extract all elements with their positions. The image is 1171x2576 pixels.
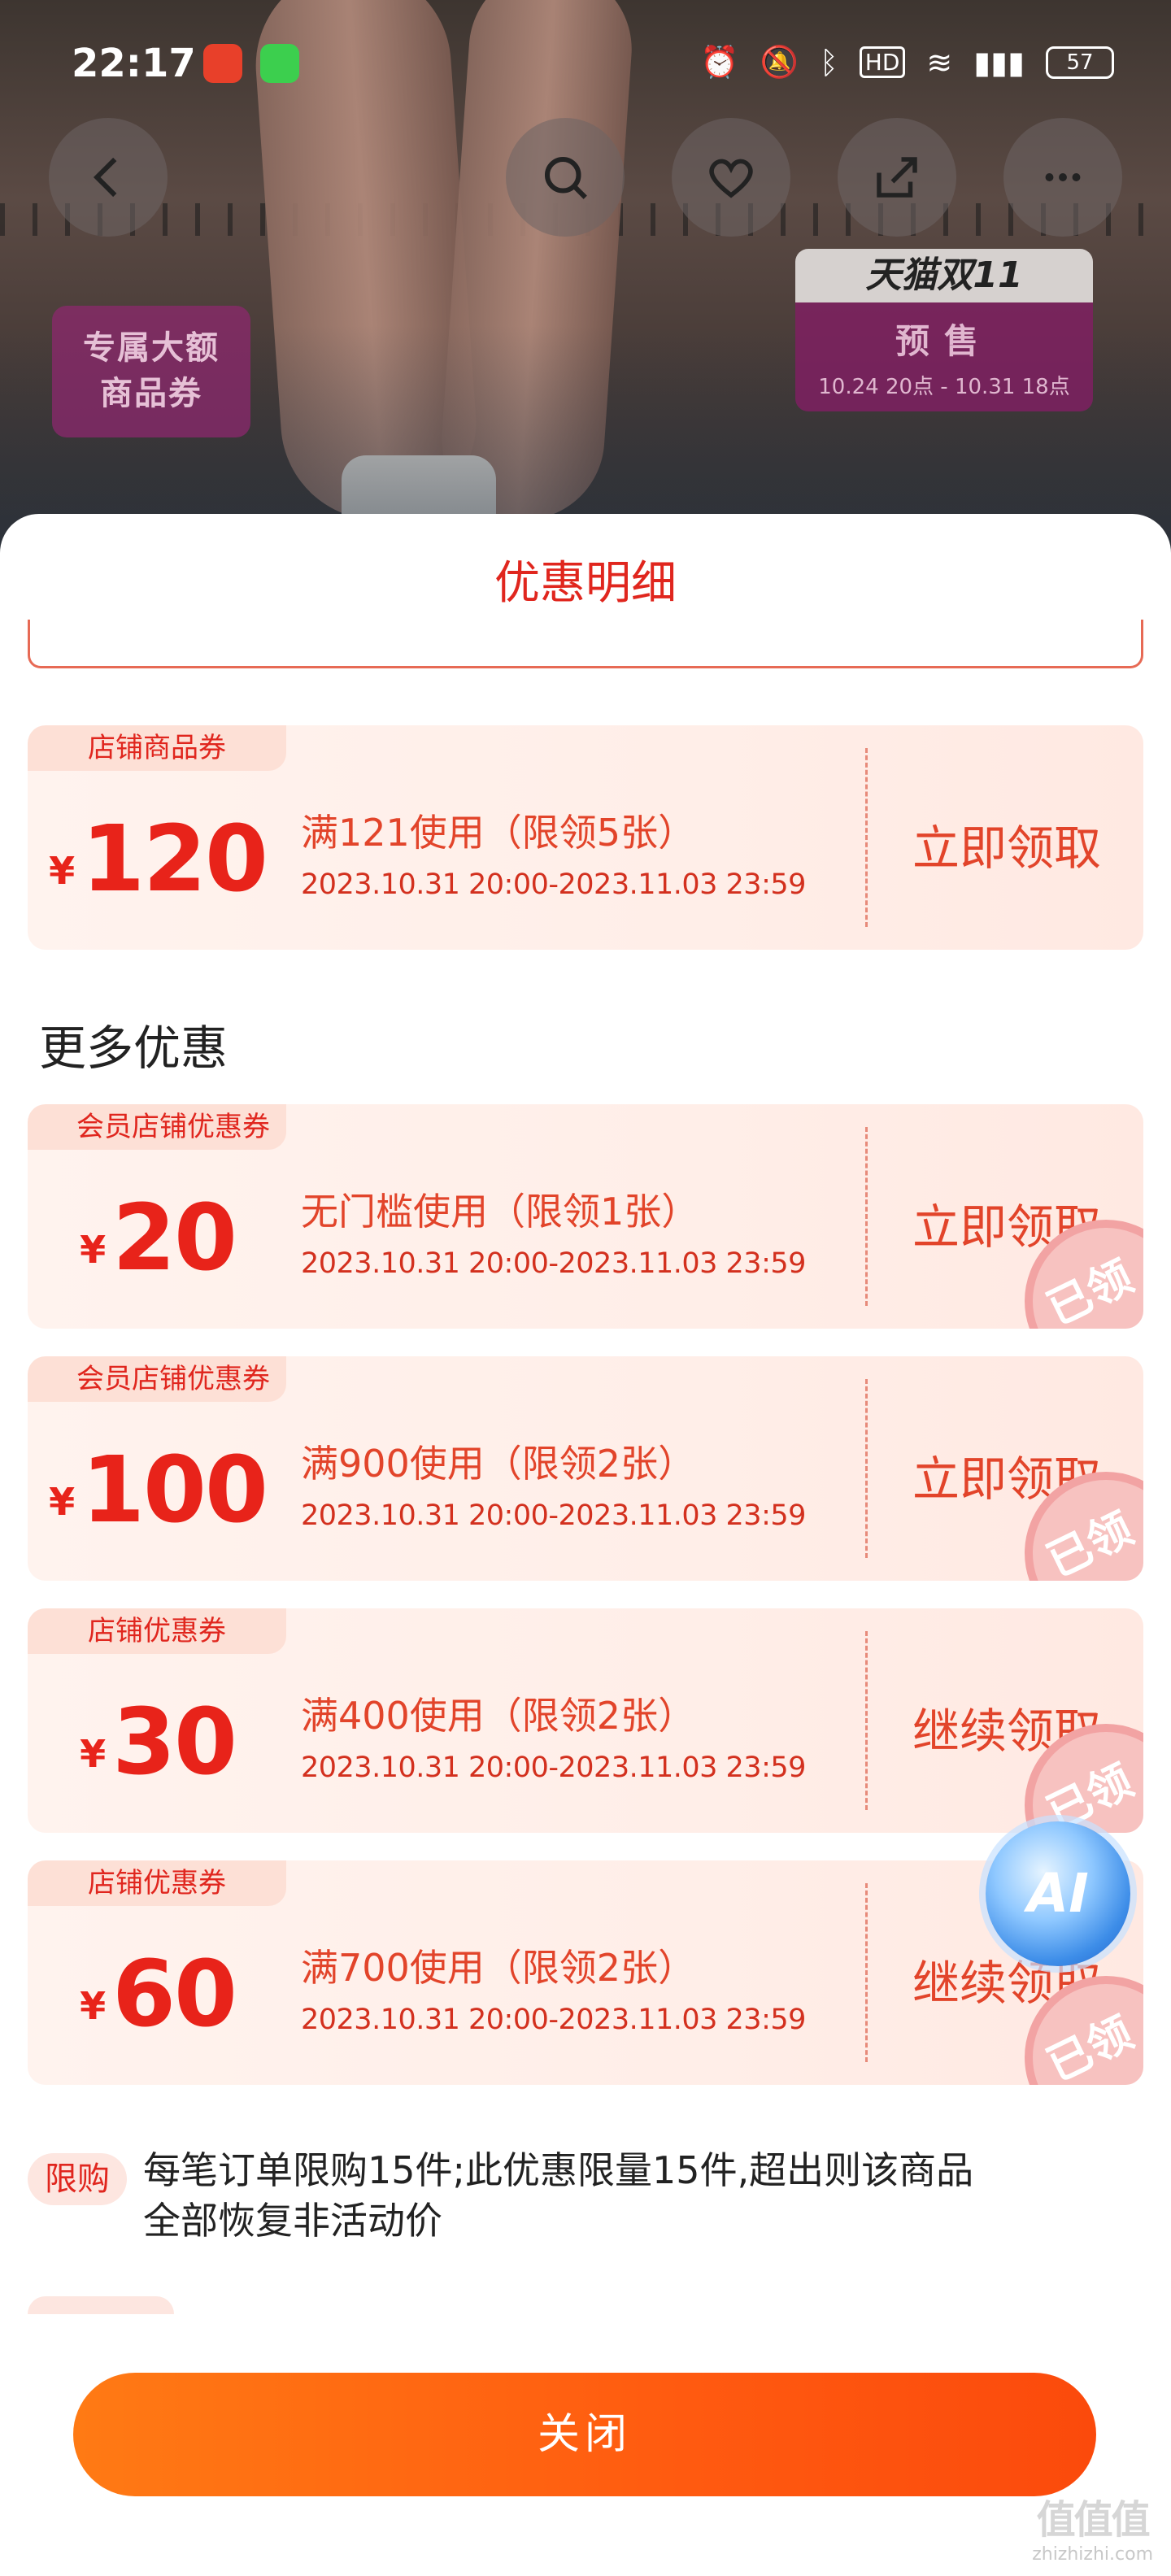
- site-watermark: 值值值 zhizhizhi.com: [1032, 2487, 1153, 2565]
- tmall-dates: 10.24 20点 - 10.31 18点: [818, 375, 1070, 399]
- ai-assistant-button[interactable]: AI: [986, 1821, 1130, 1966]
- coupon-amount: 120: [81, 807, 268, 912]
- coupon-condition: 满700使用（限领2张）: [301, 1946, 696, 1990]
- tmall-presale-banner: 天猫双11 预售 10.24 20点 - 10.31 18点: [795, 249, 1093, 411]
- bluetooth-icon: ᛒ: [819, 44, 838, 80]
- more-icon: [1045, 173, 1081, 181]
- coupon-card: 店铺商品券 ¥120 满121使用（限领5张） 2023.10.31 20:00…: [28, 725, 1143, 950]
- coupon-date: 2023.10.31 20:00-2023.11.03 23:59: [301, 2004, 806, 2036]
- coupon-date: 2023.10.31 20:00-2023.11.03 23:59: [301, 1247, 806, 1280]
- coupon-price: ¥120: [28, 807, 288, 912]
- limit-label: 限购: [28, 2153, 127, 2205]
- tmall-title: 天猫双11: [795, 249, 1093, 302]
- coupon-divider: [865, 1631, 868, 1810]
- coupon-price: ¥60: [28, 1942, 288, 2047]
- favorite-button[interactable]: [672, 118, 790, 237]
- back-icon: [93, 157, 117, 198]
- coupon-condition: 满400使用（限领2张）: [301, 1694, 696, 1738]
- coupon-card: 店铺优惠券 ¥30 满400使用（限领2张） 2023.10.31 20:00-…: [28, 1608, 1143, 1833]
- hd-icon: HD: [859, 46, 906, 78]
- currency-symbol: ¥: [49, 1480, 76, 1524]
- coupon-amount: 20: [112, 1186, 237, 1291]
- status-time: 22:17: [72, 41, 196, 86]
- currency-symbol: ¥: [80, 1984, 107, 2028]
- coupon-tag: 会员店铺优惠券: [28, 1104, 286, 1150]
- watermark-url: zhizhizhi.com: [1032, 2544, 1153, 2565]
- claimed-stamp-text: 已领: [1038, 1755, 1141, 1833]
- claim-button[interactable]: 立即领取: [885, 810, 1129, 878]
- coupon-card: 店铺优惠券 ¥60 满700使用（限领2张） 2023.10.31 20:00-…: [28, 1860, 1143, 2085]
- exclusive-coupon-badge: 专属大额 商品券: [52, 306, 250, 437]
- coupon-amount: 60: [112, 1942, 237, 2047]
- currency-symbol: ¥: [49, 849, 76, 893]
- coupon-tag: 店铺商品券: [28, 725, 286, 771]
- coupon-price: ¥100: [28, 1438, 288, 1543]
- currency-symbol: ¥: [80, 1732, 107, 1776]
- coupon-date: 2023.10.31 20:00-2023.11.03 23:59: [301, 1499, 806, 1532]
- message-app-icon: [260, 44, 299, 83]
- coupon-tag: 店铺优惠券: [28, 1608, 286, 1654]
- coupon-divider: [865, 1379, 868, 1558]
- coupon-card: 会员店铺优惠券 ¥100 满900使用（限领2张） 2023.10.31 20:…: [28, 1356, 1143, 1581]
- coupon-condition: 满121使用（限领5张）: [301, 811, 696, 855]
- heart-icon: [709, 159, 753, 198]
- share-button[interactable]: [838, 118, 956, 237]
- discount-detail-sheet: 优惠明细 店铺商品券 ¥120 满121使用（限领5张） 2023.10.31 …: [0, 514, 1171, 2576]
- coupon-divider: [865, 748, 868, 927]
- close-button[interactable]: 关闭: [73, 2373, 1096, 2496]
- search-icon: [544, 156, 587, 199]
- coupon-price: ¥30: [28, 1690, 288, 1795]
- share-icon: [877, 157, 917, 198]
- currency-symbol: ¥: [80, 1228, 107, 1272]
- coupon-date: 2023.10.31 20:00-2023.11.03 23:59: [301, 1751, 806, 1784]
- sheet-title: 优惠明细: [494, 557, 677, 610]
- previous-card-edge: [28, 620, 1143, 668]
- wifi-icon: ≋: [926, 44, 953, 80]
- coupon-price: ¥20: [28, 1186, 288, 1291]
- more-button[interactable]: [1003, 118, 1122, 237]
- status-icons: ⏰ 🔕 ᛒ HD ≋ ▮▮▮ 57: [700, 44, 1114, 80]
- coupon-tag: 会员店铺优惠券: [28, 1356, 286, 1402]
- claimed-stamp-text: 已领: [1038, 2007, 1141, 2085]
- coupon-tag: 店铺优惠券: [28, 1860, 286, 1906]
- coupon-condition: 满900使用（限领2张）: [301, 1442, 696, 1486]
- signal-5g-icon: ▮▮▮: [973, 44, 1025, 80]
- claimed-stamp-text: 已领: [1038, 1251, 1141, 1329]
- tmall-presale: 预售: [895, 321, 993, 361]
- coupon-divider: [865, 1883, 868, 2062]
- mute-icon: 🔕: [760, 44, 799, 80]
- coupon-amount: 100: [81, 1438, 268, 1543]
- badge-line1: 专属大额: [83, 329, 220, 367]
- notification-app-icon: [203, 44, 242, 83]
- coupon-amount: 30: [112, 1690, 237, 1795]
- coupon-divider: [865, 1127, 868, 1306]
- back-button[interactable]: [49, 118, 168, 237]
- limit-text: 每笔订单限购15件;此优惠限量15件,超出则该商品全部恢复非活动价: [143, 2148, 974, 2243]
- section-title-more: 更多优惠: [39, 1020, 229, 1076]
- coupon-condition: 无门槛使用（限领1张）: [301, 1190, 699, 1234]
- status-bar: 22:17 ⏰ 🔕 ᛒ HD ≋ ▮▮▮ 57: [0, 33, 1171, 98]
- alarm-icon: ⏰: [700, 44, 739, 80]
- battery-icon: 57: [1046, 46, 1114, 79]
- search-button[interactable]: [506, 118, 625, 237]
- coupon-card: 会员店铺优惠券 ¥20 无门槛使用（限领1张） 2023.10.31 20:00…: [28, 1104, 1143, 1329]
- watermark-logo: 值值值: [1036, 2497, 1151, 2543]
- product-hero-image: 22:17 ⏰ 🔕 ᛒ HD ≋ ▮▮▮ 57 专属大额 商品券 天猫双11 预…: [0, 0, 1171, 569]
- claimed-stamp-text: 已领: [1038, 1503, 1141, 1581]
- coupon-date: 2023.10.31 20:00-2023.11.03 23:59: [301, 868, 806, 901]
- clipped-next-item: [28, 2296, 174, 2314]
- badge-line2: 商品券: [100, 375, 202, 412]
